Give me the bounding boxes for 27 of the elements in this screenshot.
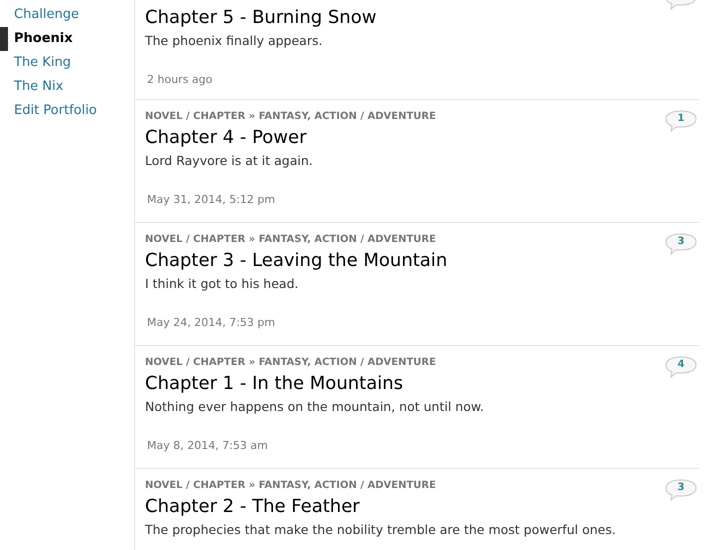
comment-bubble[interactable]: 1 <box>665 110 697 132</box>
sidebar-link[interactable]: The King <box>14 53 71 73</box>
comment-bubble[interactable]: 4 <box>665 356 697 378</box>
post-category: NOVEL / CHAPTER » FANTASY, ACTION / ADVENTURE <box>145 233 436 246</box>
post-title[interactable]: Chapter 2 - The Feather <box>145 495 360 519</box>
post-summary: I think it got to his head. <box>145 275 298 293</box>
post-title[interactable]: Chapter 1 - In the Mountains <box>145 372 404 396</box>
post-date: May 24, 2014, 7:53 pm <box>147 316 276 330</box>
sidebar-link[interactable]: The Nix <box>14 77 64 97</box>
comment-bubble[interactable]: 3 <box>665 479 697 501</box>
sidebar-link[interactable]: Phoenix <box>14 29 73 49</box>
post-title[interactable]: Chapter 5 - Burning Snow <box>145 6 376 30</box>
post-date: May 8, 2014, 7:53 am <box>147 439 268 453</box>
post-summary: Nothing ever happens on the mountain, not until now. <box>145 398 484 416</box>
post-category: NOVEL / CHAPTER » FANTASY, ACTION / ADVENTURE <box>145 110 436 123</box>
post-title[interactable]: Chapter 4 - Power <box>145 126 306 150</box>
sidebar-link[interactable]: Edit Portfolio <box>14 101 97 121</box>
post-summary: Lord Rayvore is at it again. <box>145 152 313 170</box>
post-category: NOVEL / CHAPTER » FANTASY, ACTION / ADVENTURE <box>145 479 436 492</box>
post-date: 2 hours ago <box>147 73 212 87</box>
post-date: May 31, 2014, 5:12 pm <box>147 193 276 207</box>
post-summary: The prophecies that make the nobility tremble are the most powerful ones. <box>145 521 616 539</box>
sidebar-link[interactable]: Challenge <box>14 5 79 25</box>
post-summary: The phoenix finally appears. <box>145 32 322 50</box>
comment-bubble[interactable]: 3 <box>665 233 697 255</box>
post-category: NOVEL / CHAPTER » FANTASY, ACTION / ADVENTURE <box>145 356 436 369</box>
post-title[interactable]: Chapter 3 - Leaving the Mountain <box>145 249 448 273</box>
